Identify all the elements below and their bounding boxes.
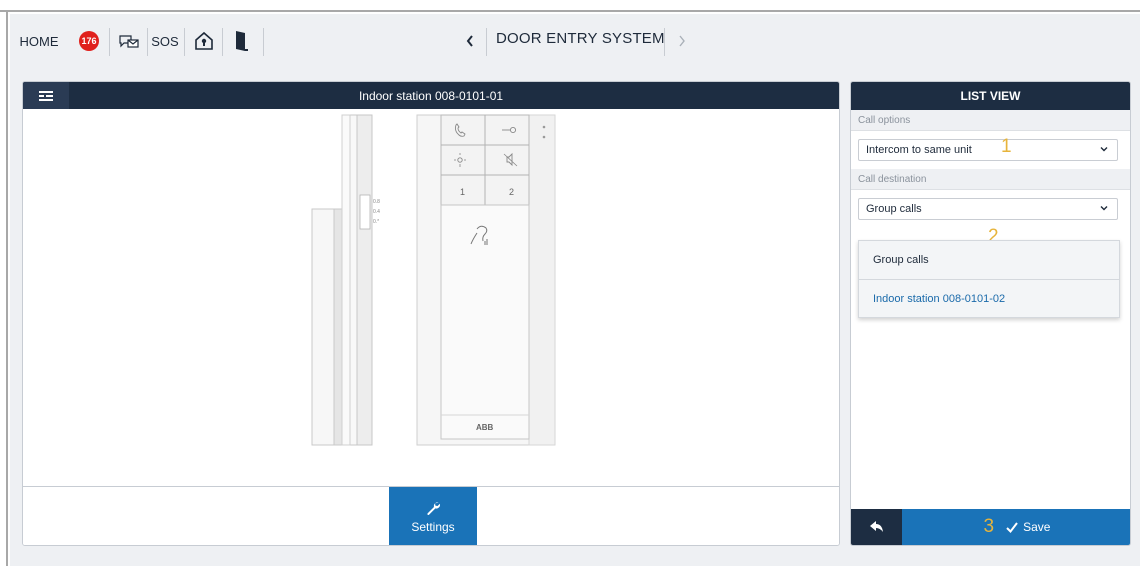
messages-button[interactable]: [114, 30, 144, 52]
frame-top-border: [0, 0, 1140, 12]
call-options-value: Intercom to same unit: [866, 144, 972, 156]
nav-back-button[interactable]: [460, 30, 480, 52]
messages-icon: [119, 35, 139, 48]
settings-label: Settings: [411, 519, 455, 534]
view-toggle-button[interactable]: [23, 82, 69, 109]
door-button[interactable]: [230, 30, 252, 52]
dropdown-option-group-calls[interactable]: Group calls: [859, 241, 1119, 279]
back-button[interactable]: [851, 509, 902, 545]
call-options-row: Intercom to same unit 1: [851, 131, 1130, 169]
indoor-station-illustration: 0.8 0.4 0.* 1 2 ABB: [311, 114, 556, 446]
list-view-title: LIST VIEW: [960, 89, 1021, 103]
settings-button[interactable]: Settings: [389, 487, 477, 545]
app-window: HOME 176 SOS DOOR ENTRY SYSTEM Indoor st…: [10, 14, 1140, 566]
divider: [486, 28, 487, 56]
back-arrow-icon: [869, 521, 883, 532]
divider: [222, 28, 223, 56]
divider: [147, 28, 148, 56]
call-options-select[interactable]: Intercom to same unit: [858, 139, 1118, 161]
device-panel-footer: Settings: [23, 486, 839, 545]
side-label-3: 0.*: [373, 219, 379, 225]
dropdown-option-indoor-station[interactable]: Indoor station 008-0101-02: [859, 279, 1119, 317]
side-label-2: 0.4: [373, 209, 380, 215]
list-view-header: LIST VIEW: [851, 82, 1130, 110]
call-destination-label: Call destination: [851, 169, 1130, 190]
door-icon: [236, 31, 248, 51]
chevron-right-icon: [679, 35, 685, 47]
save-label: Save: [1023, 520, 1051, 534]
list-view-panel: LIST VIEW Call options Intercom to same …: [850, 81, 1131, 546]
annotation-1: 1: [1001, 136, 1012, 157]
save-button[interactable]: 3 Save: [902, 509, 1130, 545]
call-destination-dropdown: Group calls Indoor station 008-0101-02: [858, 240, 1120, 318]
page-title: DOOR ENTRY SYSTEM: [496, 30, 665, 47]
chevron-down-icon: [1100, 206, 1108, 211]
divider: [184, 28, 185, 56]
chevron-left-icon: [466, 35, 473, 47]
device-panel-title: Indoor station 008-0101-01: [358, 88, 504, 103]
checkmark-icon: [1006, 521, 1018, 533]
call-destination-select[interactable]: Group calls: [858, 198, 1118, 220]
annotation-3: 3: [983, 516, 995, 537]
side-label-1: 0.8: [373, 199, 380, 205]
wrench-icon: [427, 501, 440, 515]
screenshot-frame: HOME 176 SOS DOOR ENTRY SYSTEM Indoor st…: [0, 0, 1140, 566]
house-alarm-button[interactable]: [190, 30, 218, 52]
sos-label: SOS: [151, 33, 179, 49]
device-button-2: 2: [509, 187, 514, 197]
home-label: HOME: [19, 33, 59, 49]
divider: [263, 28, 264, 56]
list-view-footer: 3 Save: [851, 509, 1130, 545]
nav-forward-button[interactable]: [672, 30, 692, 52]
device-side-view: 0.8 0.4 0.*: [311, 114, 380, 446]
device-brand-logo: ABB: [476, 423, 494, 432]
divider: [664, 28, 665, 56]
notification-badge: 176: [79, 31, 99, 51]
device-button-1: 1: [460, 187, 465, 197]
call-destination-row: Group calls: [851, 190, 1130, 228]
notifications-button[interactable]: 176: [78, 30, 100, 52]
call-destination-value: Group calls: [866, 203, 922, 215]
device-front-view: 1 2 ABB: [416, 114, 556, 446]
sos-button[interactable]: SOS: [150, 30, 180, 52]
top-bar: HOME 176 SOS DOOR ENTRY SYSTEM: [10, 14, 1140, 64]
divider: [109, 28, 110, 56]
call-options-label: Call options: [851, 110, 1130, 131]
chevron-down-icon: [1100, 147, 1108, 152]
device-panel-header: Indoor station 008-0101-01: [23, 82, 839, 109]
home-button[interactable]: HOME: [19, 30, 59, 52]
frame-left-border: [0, 12, 8, 566]
house-alarm-icon: [195, 31, 213, 50]
list-toggle-icon: [39, 90, 53, 101]
device-illustration-area: 0.8 0.4 0.* 1 2 ABB: [23, 109, 839, 486]
device-panel: Indoor station 008-0101-01 0.8 0.4 0.* 1…: [22, 81, 840, 546]
